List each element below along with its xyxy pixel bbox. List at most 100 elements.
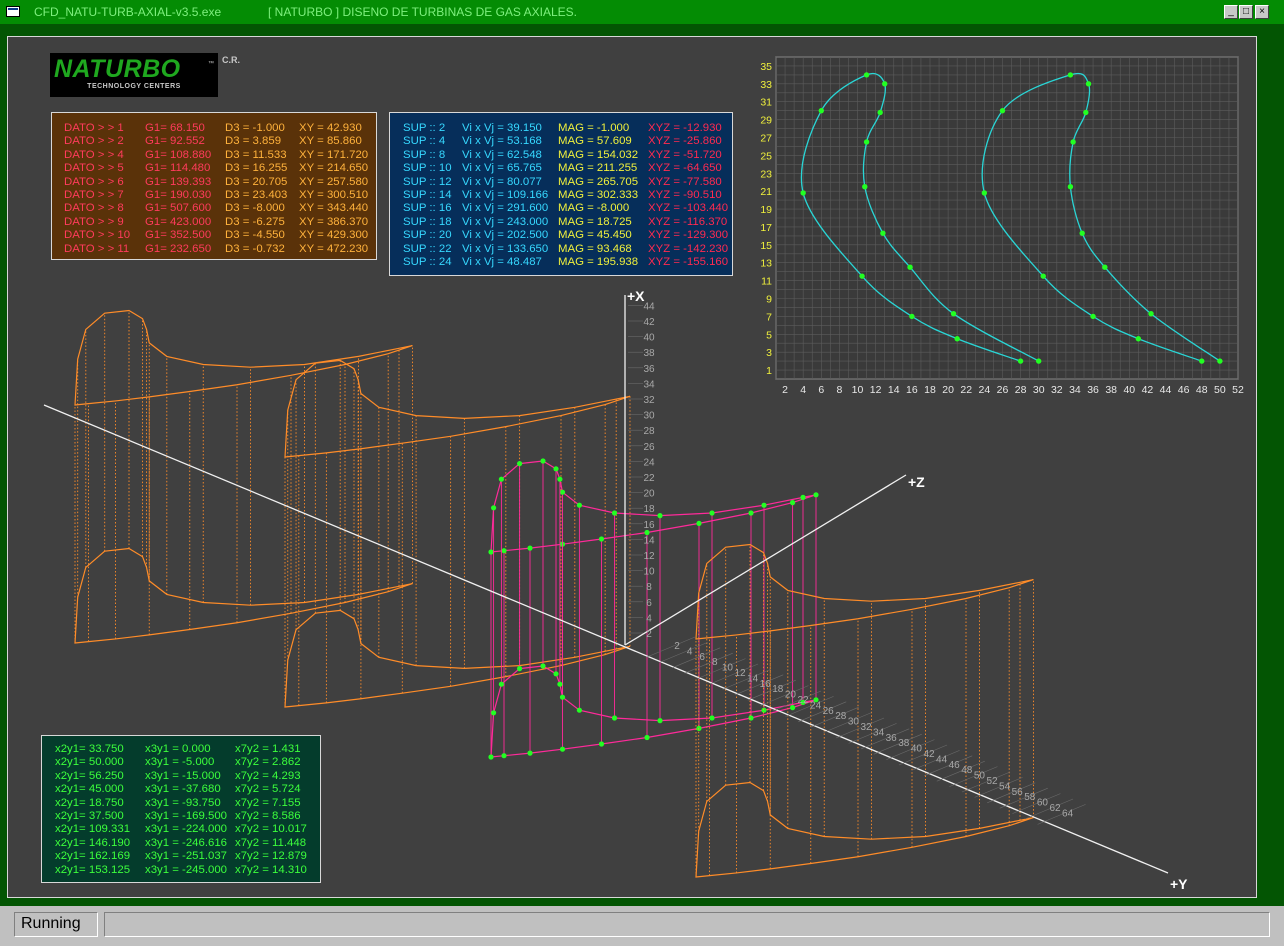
- sup-label: SUP :: 14: [403, 188, 452, 201]
- profile-point: [1070, 139, 1076, 145]
- g1-value: G1= 423.000: [145, 215, 212, 228]
- profile-point: [862, 183, 868, 190]
- x-axis-tick-label: 28: [643, 426, 655, 437]
- blade-node: [598, 536, 605, 542]
- g1-value: G1= 352.500: [145, 229, 212, 242]
- xy-value: XY = 472.230: [299, 242, 369, 255]
- dato-label: DATO > > 6: [64, 175, 124, 188]
- dato-row: DATO > > 7 G1= 190.030 D3 = 23.403 XY = 300…: [52, 189, 376, 202]
- sup-label: SUP :: 8: [403, 148, 446, 161]
- d3-value: D3 = 20.705: [225, 175, 288, 188]
- blade-node: [517, 666, 523, 672]
- mag-value: MAG = -1.000: [558, 122, 630, 134]
- minimize-button[interactable]: _: [1224, 5, 1238, 19]
- blade-node: [559, 694, 566, 700]
- x2y1-value: x2y1= 56.250: [55, 769, 124, 782]
- sup-label: SUP :: 24: [403, 255, 452, 268]
- blade-node: [491, 710, 497, 716]
- chart-x-tick-label: 6: [818, 384, 824, 396]
- g1-value: G1= 139.393: [145, 175, 212, 188]
- x-axis-tick-label: 26: [643, 442, 655, 453]
- drawing-canvas[interactable]: +X +Y +Z 2 4 6 8 10 12 14 16 18 20 22 24 26 28 30 32 34 36 38…: [7, 36, 1257, 898]
- maximize-button[interactable]: □: [1239, 5, 1253, 19]
- x7y2-value: x7y2 = 1.431: [235, 743, 301, 755]
- x3y1-value: x3y1 = -251.037: [145, 850, 228, 863]
- x2y1-value: x2y1= 109.331: [55, 823, 131, 836]
- sup-row: SUP :: 22 Vi x Vj = 133.650 MAG = 93.468 XY…: [390, 243, 732, 256]
- dato-row: DATO > > 4 G1= 108.880 D3 = 11.533 XY = 171…: [52, 149, 376, 162]
- chart-x-tick-label: 26: [997, 384, 1009, 396]
- z-axis-line: [624, 474, 907, 646]
- blade-node: [761, 707, 767, 713]
- dato-row: DATO > > 6 G1= 139.393 D3 = 20.705 XY = 257…: [52, 176, 376, 189]
- status-empty-cell: [104, 912, 1270, 937]
- chart-x-tick-label: 14: [888, 384, 900, 396]
- g1-value: G1= 92.552: [145, 135, 205, 148]
- vi-vj-value: Vi x Vj = 80.077: [462, 175, 542, 188]
- dato-label: DATO > > 2: [64, 135, 124, 148]
- x-axis-tick-label: 10: [643, 567, 655, 578]
- window-icon[interactable]: [6, 6, 20, 17]
- xy-value: XY = 171.720: [299, 148, 369, 161]
- x3y1-value: x3y1 = -246.616: [145, 836, 228, 849]
- logo-subtitle: TECHNOLOGY CENTERS: [87, 83, 181, 90]
- chart-x-tick-label: 36: [1087, 384, 1099, 396]
- chart-y-tick-label: 17: [760, 222, 772, 234]
- x-axis-tick-label: 2: [646, 629, 652, 640]
- sup-row: SUP :: 14 Vi x Vj = 109.166 MAG = 302.333 X…: [390, 189, 732, 202]
- xyz-value: XYZ = -12.930: [648, 122, 722, 134]
- x3y1-value: x3y1 = -169.500: [145, 809, 228, 822]
- close-button[interactable]: ×: [1255, 5, 1269, 19]
- y-axis-tick-label: 4: [687, 646, 693, 657]
- sup-row: SUP :: 24 Vi x Vj = 48.487 MAG = 195.938 XY…: [390, 256, 732, 269]
- blade-node: [696, 520, 702, 526]
- y-axis-tick-label: 22: [797, 695, 809, 706]
- chart-x-tick-label: 44: [1160, 384, 1172, 396]
- blade-node: [557, 476, 563, 482]
- vi-vj-value: Vi x Vj = 48.487: [462, 255, 542, 268]
- chart-x-tick-label: 10: [852, 384, 864, 396]
- chart-x-tick-label: 4: [800, 384, 806, 396]
- y-axis-tick-label: 20: [785, 690, 797, 701]
- mag-value: MAG = 195.938: [558, 255, 639, 268]
- chart-x-tick-label: 2: [782, 384, 788, 396]
- d3-value: D3 = -8.000: [225, 202, 285, 215]
- sup-label: SUP :: 22: [403, 242, 452, 255]
- dato-row: DATO > > 5 G1= 114.480 D3 = 16.255 XY = 214…: [52, 162, 376, 175]
- blade-node: [576, 502, 583, 508]
- chart-x-tick-label: 32: [1051, 384, 1063, 396]
- x-axis-tick-label: 40: [643, 333, 655, 344]
- blade-node: [748, 715, 754, 721]
- x-axis-tick-label: 4: [646, 613, 652, 624]
- g1-value: G1= 190.030: [145, 188, 212, 201]
- vi-vj-value: Vi x Vj = 133.650: [462, 242, 549, 255]
- xy-value: XY = 343.440: [299, 202, 369, 215]
- x-coeff-row: x2y1= 37.500 x3y1 = -169.500 x7y2 = 8.586: [42, 810, 320, 823]
- blade-node: [527, 750, 533, 756]
- y-axis-tick-label: 32: [860, 722, 872, 733]
- vi-vj-value: Vi x Vj = 202.500: [462, 229, 549, 242]
- x2y1-value: x2y1= 162.169: [55, 850, 131, 863]
- x-axis-tick-label: 22: [643, 473, 655, 484]
- x3y1-value: x3y1 = -15.000: [145, 769, 221, 782]
- profile-point: [859, 273, 865, 279]
- title-bar: CFD_NATU-TURB-AXIAL-v3.5.exe [ NATURBO ]…: [0, 0, 1284, 25]
- profile-point: [1017, 358, 1024, 364]
- y-axis-tick-label: 42: [923, 749, 935, 760]
- d3-value: D3 = -6.275: [225, 215, 285, 228]
- d3-value: D3 = 3.859: [225, 135, 282, 148]
- window-caption: [ NATURBO ] DISENO DE TURBINAS DE GAS AX…: [268, 5, 577, 19]
- x7y2-value: x7y2 = 5.724: [235, 783, 301, 796]
- x2y1-value: x2y1= 146.190: [55, 836, 131, 849]
- chart-x-tick-label: 52: [1232, 384, 1244, 396]
- blade-node: [611, 510, 618, 516]
- blade-node: [813, 492, 819, 498]
- blade-node: [501, 548, 507, 554]
- x7y2-value: x7y2 = 10.017: [235, 823, 307, 836]
- g1-value: G1= 68.150: [145, 122, 205, 134]
- x-axis-tick-label: 38: [643, 348, 655, 359]
- vi-vj-value: Vi x Vj = 65.765: [462, 162, 542, 175]
- profile-point: [880, 230, 886, 236]
- x2y1-value: x2y1= 33.750: [55, 743, 124, 755]
- dato-row: DATO > > 1 G1= 68.150 D3 = -1.000 XY = 42.9…: [52, 122, 376, 135]
